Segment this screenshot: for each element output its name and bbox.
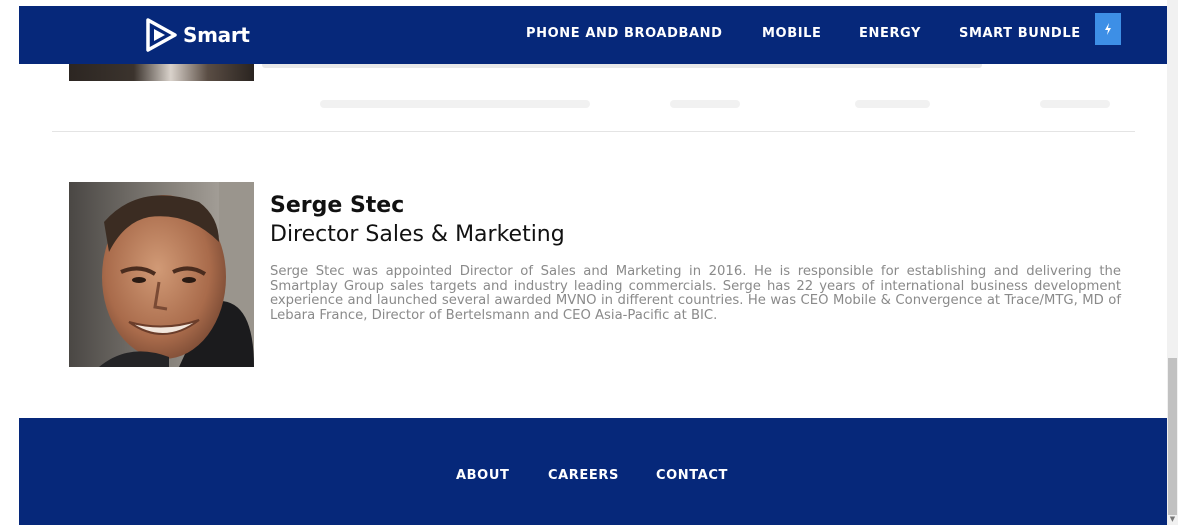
nav-energy[interactable]: ENERGY: [859, 26, 921, 41]
faded-row: [670, 100, 740, 108]
footer: ABOUT CAREERS CONTACT: [19, 418, 1167, 525]
scrollbar-thumb[interactable]: [1168, 358, 1177, 515]
top-navigation-bar: Smart PHONE AND BROADBAND MOBILE ENERGY …: [19, 6, 1167, 64]
logo-link[interactable]: Smart: [145, 18, 250, 52]
nav-mobile[interactable]: MOBILE: [762, 26, 822, 41]
logo-text: Smart: [183, 23, 250, 47]
footer-link-careers[interactable]: CAREERS: [548, 468, 619, 483]
member-bio: Serge Stec was appointed Director of Sal…: [270, 264, 1121, 323]
nav-phone-and-broadband[interactable]: PHONE AND BROADBAND: [526, 26, 723, 41]
member-photo: [69, 182, 254, 367]
member-title: Director Sales & Marketing: [270, 222, 565, 247]
quick-action-button[interactable]: [1095, 13, 1121, 45]
scroll-down-arrow-icon[interactable]: ▼: [1168, 515, 1177, 524]
faded-row: [1040, 100, 1110, 108]
footer-link-about[interactable]: ABOUT: [456, 468, 509, 483]
lightning-bolt-icon: [1105, 23, 1111, 35]
faded-row: [320, 100, 590, 108]
page-scrollbar[interactable]: ▼: [1167, 0, 1178, 525]
play-logo-icon: [146, 18, 177, 52]
section-divider: [52, 131, 1135, 132]
footer-link-contact[interactable]: CONTACT: [656, 468, 728, 483]
nav-smart-bundle[interactable]: SMART BUNDLE: [959, 26, 1081, 41]
member-name: Serge Stec: [270, 193, 405, 218]
faded-row: [855, 100, 930, 108]
